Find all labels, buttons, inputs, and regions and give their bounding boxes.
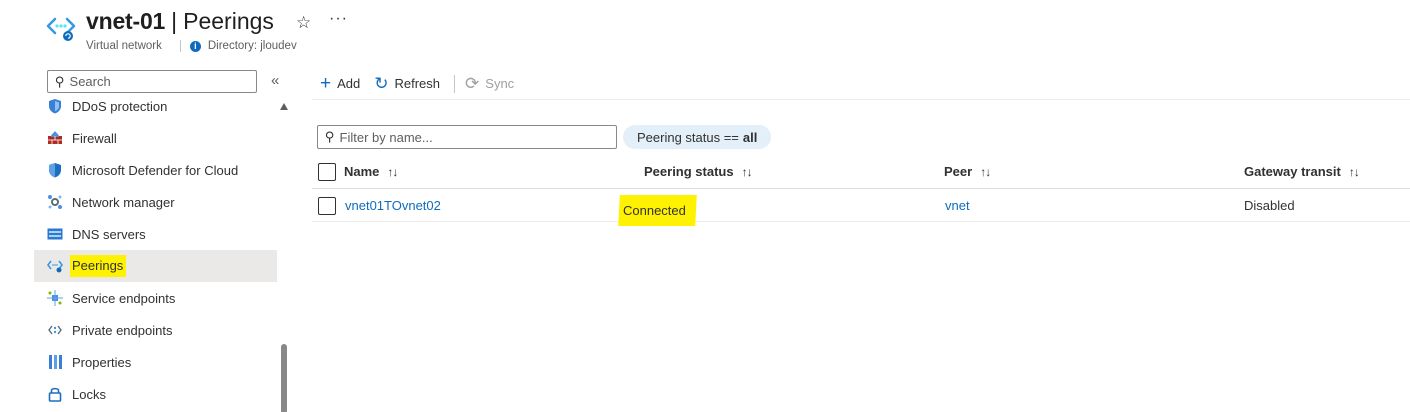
collapse-menu-icon[interactable]: « bbox=[271, 72, 279, 89]
column-header-name[interactable]: Name ↑↓ bbox=[344, 155, 398, 188]
sidebar-item-label: Peerings bbox=[70, 255, 127, 277]
sidebar-item-label: Microsoft Defender for Cloud bbox=[72, 162, 239, 178]
peering-status-cell: Connected bbox=[618, 194, 697, 226]
sidebar-item-locks[interactable]: Locks bbox=[34, 378, 277, 410]
select-all-checkbox-cell bbox=[318, 155, 336, 188]
search-icon: ⚲ bbox=[55, 73, 65, 89]
row-checkbox[interactable] bbox=[318, 196, 336, 215]
sidebar-item-ddos-protection[interactable]: DDoS protection bbox=[34, 90, 277, 122]
sidebar-item-defender-for-cloud[interactable]: Microsoft Defender for Cloud bbox=[34, 154, 277, 186]
favorite-star-icon[interactable]: ☆ bbox=[296, 13, 311, 33]
column-header-label: Peering status bbox=[644, 164, 734, 179]
peering-status-filter-pill[interactable]: Peering status == all bbox=[623, 125, 772, 149]
column-header-peer[interactable]: Peer ↑↓ bbox=[944, 155, 991, 188]
column-header-label: Peer bbox=[944, 164, 973, 179]
info-icon: i bbox=[189, 40, 201, 52]
add-label: Add bbox=[337, 76, 361, 91]
sort-icon: ↑↓ bbox=[741, 164, 753, 179]
filter-pill-value: all bbox=[742, 129, 758, 145]
sync-label: Sync bbox=[485, 76, 515, 91]
resource-subtitle: Virtual network i Directory: jloudev bbox=[86, 40, 297, 52]
virtual-network-icon bbox=[46, 17, 76, 41]
row-checkbox-cell bbox=[318, 190, 336, 221]
sidebar-item-label: DNS servers bbox=[72, 226, 146, 242]
sidebar-item-label: DDoS protection bbox=[72, 98, 168, 114]
sidebar-item-firewall[interactable]: Firewall bbox=[34, 122, 277, 154]
firewall-icon bbox=[47, 130, 63, 146]
search-icon: ⚲ bbox=[325, 129, 335, 144]
scroll-up-arrow-icon[interactable] bbox=[280, 103, 288, 110]
dns-servers-icon bbox=[47, 226, 63, 242]
menu-search-input[interactable] bbox=[69, 74, 240, 89]
sidebar-item-label: Properties bbox=[72, 354, 132, 370]
sort-icon: ↑↓ bbox=[387, 164, 398, 179]
refresh-icon: ↻ bbox=[374, 74, 389, 93]
menu-scrollbar[interactable] bbox=[279, 102, 289, 412]
sidebar-item-label: Service endpoints bbox=[72, 290, 176, 306]
defender-shield-icon bbox=[47, 162, 63, 178]
grid-header: Name ↑↓ Peering status ↑↓ Peer ↑↓ Gatewa… bbox=[312, 155, 1410, 189]
resource-type: Virtual network bbox=[86, 40, 162, 52]
blade-title: Peerings bbox=[183, 8, 274, 34]
refresh-button[interactable]: ↻ Refresh bbox=[374, 75, 440, 92]
properties-icon bbox=[47, 354, 63, 370]
filter-pill-prefix: Peering status == bbox=[637, 129, 739, 145]
filter-by-name-input[interactable] bbox=[339, 129, 600, 145]
column-header-label: Name bbox=[344, 164, 380, 179]
toolbar-divider bbox=[454, 74, 456, 93]
column-header-gateway-transit[interactable]: Gateway transit ↑↓ bbox=[1244, 155, 1360, 188]
menu-list: DDoS protection Firewall Microsoft Defen… bbox=[34, 90, 277, 410]
sidebar-item-network-manager[interactable]: Network manager bbox=[34, 186, 277, 218]
sidebar-item-properties[interactable]: Properties bbox=[34, 346, 277, 378]
scrollbar-thumb[interactable] bbox=[281, 344, 287, 412]
network-manager-icon bbox=[47, 194, 63, 210]
sidebar-item-label: Locks bbox=[72, 386, 106, 402]
directory-label: Directory: jloudev bbox=[207, 40, 297, 52]
service-endpoints-icon bbox=[47, 290, 63, 306]
ddos-shield-icon bbox=[47, 98, 63, 114]
title-separator: | bbox=[171, 8, 178, 34]
select-all-checkbox[interactable] bbox=[318, 162, 336, 181]
peering-status-value: Connected bbox=[623, 202, 686, 218]
add-button[interactable]: + Add bbox=[320, 74, 360, 93]
peer-link[interactable]: vnet bbox=[945, 190, 970, 221]
page-title: vnet-01 | Peerings bbox=[86, 8, 274, 35]
sort-icon: ↑↓ bbox=[980, 164, 991, 179]
resource-menu: ⚲ « DDoS protection Firewall Microsoft D… bbox=[0, 64, 292, 412]
peering-name-link[interactable]: vnet01TOvnet02 bbox=[345, 190, 441, 221]
sidebar-item-service-endpoints[interactable]: Service endpoints bbox=[34, 282, 277, 314]
blade-header: vnet-01 | Peerings ☆ ··· Virtual network… bbox=[0, 0, 1410, 64]
sidebar-item-dns-servers[interactable]: DNS servers bbox=[34, 218, 277, 250]
peering-status-highlight: Connected bbox=[618, 194, 697, 226]
sidebar-item-label: Network manager bbox=[72, 194, 175, 210]
sync-icon: ⟳ bbox=[465, 74, 480, 93]
private-endpoints-icon bbox=[47, 322, 63, 338]
sidebar-item-peerings[interactable]: Peerings bbox=[34, 250, 277, 282]
column-header-label: Gateway transit bbox=[1244, 164, 1341, 179]
refresh-label: Refresh bbox=[394, 76, 441, 91]
plus-icon: + bbox=[320, 73, 332, 94]
peerings-icon bbox=[47, 258, 63, 274]
column-header-peering-status[interactable]: Peering status ↑↓ bbox=[644, 155, 753, 188]
sidebar-item-label: Firewall bbox=[72, 130, 117, 146]
subtitle-divider bbox=[179, 40, 181, 52]
gateway-transit-value: Disabled bbox=[1244, 198, 1295, 213]
resource-name: vnet-01 bbox=[86, 8, 166, 34]
filter-by-name-box[interactable]: ⚲ bbox=[317, 125, 617, 149]
sort-icon: ↑↓ bbox=[1348, 164, 1360, 179]
sidebar-item-label: Private endpoints bbox=[72, 322, 173, 338]
sync-button[interactable]: ⟳ Sync bbox=[465, 75, 514, 92]
sidebar-item-private-endpoints[interactable]: Private endpoints bbox=[34, 314, 277, 346]
command-bar: + Add ↻ Refresh ⟳ Sync bbox=[312, 68, 1410, 100]
more-options-icon[interactable]: ··· bbox=[329, 10, 348, 28]
lock-icon bbox=[47, 386, 63, 402]
table-row[interactable]: vnet01TOvnet02 Connected vnet Disabled bbox=[312, 190, 1410, 226]
